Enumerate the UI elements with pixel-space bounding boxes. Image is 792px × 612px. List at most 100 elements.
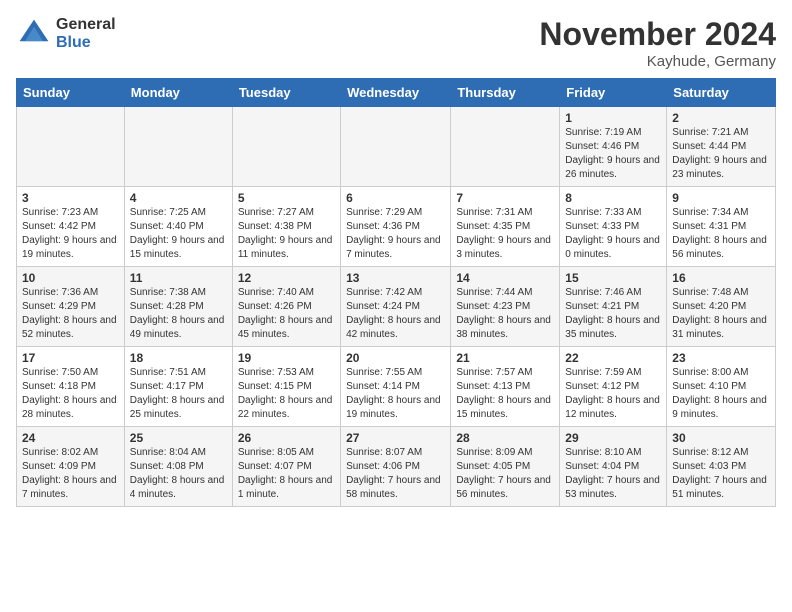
calendar-cell <box>124 107 232 187</box>
weekday-header-sunday: Sunday <box>17 79 125 107</box>
day-info: Sunrise: 8:09 AM Sunset: 4:05 PM Dayligh… <box>456 446 554 502</box>
calendar-week-row: 17Sunrise: 7:50 AM Sunset: 4:18 PM Dayli… <box>17 347 776 427</box>
calendar-cell: 12Sunrise: 7:40 AM Sunset: 4:26 PM Dayli… <box>232 267 340 347</box>
calendar-week-row: 24Sunrise: 8:02 AM Sunset: 4:09 PM Dayli… <box>17 427 776 507</box>
calendar-cell: 11Sunrise: 7:38 AM Sunset: 4:28 PM Dayli… <box>124 267 232 347</box>
day-info: Sunrise: 7:44 AM Sunset: 4:23 PM Dayligh… <box>456 286 554 342</box>
calendar-cell: 7Sunrise: 7:31 AM Sunset: 4:35 PM Daylig… <box>451 187 560 267</box>
day-info: Sunrise: 7:50 AM Sunset: 4:18 PM Dayligh… <box>22 366 119 422</box>
calendar-cell: 30Sunrise: 8:12 AM Sunset: 4:03 PM Dayli… <box>667 427 776 507</box>
calendar-week-row: 1Sunrise: 7:19 AM Sunset: 4:46 PM Daylig… <box>17 107 776 187</box>
calendar-cell: 29Sunrise: 8:10 AM Sunset: 4:04 PM Dayli… <box>560 427 667 507</box>
day-info: Sunrise: 7:33 AM Sunset: 4:33 PM Dayligh… <box>565 206 661 262</box>
day-info: Sunrise: 7:46 AM Sunset: 4:21 PM Dayligh… <box>565 286 661 342</box>
page-header: General Blue November 2024 Kayhude, Germ… <box>16 16 776 70</box>
day-info: Sunrise: 7:59 AM Sunset: 4:12 PM Dayligh… <box>565 366 661 422</box>
calendar-cell: 17Sunrise: 7:50 AM Sunset: 4:18 PM Dayli… <box>17 347 125 427</box>
calendar-table: SundayMondayTuesdayWednesdayThursdayFrid… <box>16 78 776 507</box>
calendar-cell: 8Sunrise: 7:33 AM Sunset: 4:33 PM Daylig… <box>560 187 667 267</box>
calendar-cell: 1Sunrise: 7:19 AM Sunset: 4:46 PM Daylig… <box>560 107 667 187</box>
day-number: 16 <box>672 271 770 285</box>
calendar-cell: 4Sunrise: 7:25 AM Sunset: 4:40 PM Daylig… <box>124 187 232 267</box>
calendar-cell <box>451 107 560 187</box>
calendar-cell <box>232 107 340 187</box>
calendar-cell: 20Sunrise: 7:55 AM Sunset: 4:14 PM Dayli… <box>341 347 451 427</box>
day-info: Sunrise: 7:40 AM Sunset: 4:26 PM Dayligh… <box>238 286 335 342</box>
calendar-cell: 2Sunrise: 7:21 AM Sunset: 4:44 PM Daylig… <box>667 107 776 187</box>
calendar-cell: 21Sunrise: 7:57 AM Sunset: 4:13 PM Dayli… <box>451 347 560 427</box>
logo: General Blue <box>16 16 116 52</box>
day-info: Sunrise: 7:31 AM Sunset: 4:35 PM Dayligh… <box>456 206 554 262</box>
day-number: 5 <box>238 191 335 205</box>
calendar-cell: 23Sunrise: 8:00 AM Sunset: 4:10 PM Dayli… <box>667 347 776 427</box>
day-number: 3 <box>22 191 119 205</box>
weekday-header-row: SundayMondayTuesdayWednesdayThursdayFrid… <box>17 79 776 107</box>
day-number: 25 <box>130 431 227 445</box>
day-info: Sunrise: 7:29 AM Sunset: 4:36 PM Dayligh… <box>346 206 445 262</box>
calendar-cell: 28Sunrise: 8:09 AM Sunset: 4:05 PM Dayli… <box>451 427 560 507</box>
day-number: 1 <box>565 111 661 125</box>
day-number: 22 <box>565 351 661 365</box>
weekday-header-thursday: Thursday <box>451 79 560 107</box>
calendar-week-row: 10Sunrise: 7:36 AM Sunset: 4:29 PM Dayli… <box>17 267 776 347</box>
month-title: November 2024 <box>539 16 776 53</box>
day-info: Sunrise: 7:57 AM Sunset: 4:13 PM Dayligh… <box>456 366 554 422</box>
day-info: Sunrise: 7:42 AM Sunset: 4:24 PM Dayligh… <box>346 286 445 342</box>
day-info: Sunrise: 7:19 AM Sunset: 4:46 PM Dayligh… <box>565 126 661 182</box>
day-info: Sunrise: 7:36 AM Sunset: 4:29 PM Dayligh… <box>22 286 119 342</box>
calendar-cell <box>17 107 125 187</box>
day-number: 13 <box>346 271 445 285</box>
location-text: Kayhude, Germany <box>539 53 776 70</box>
day-number: 9 <box>672 191 770 205</box>
calendar-cell: 22Sunrise: 7:59 AM Sunset: 4:12 PM Dayli… <box>560 347 667 427</box>
weekday-header-saturday: Saturday <box>667 79 776 107</box>
day-number: 4 <box>130 191 227 205</box>
day-number: 23 <box>672 351 770 365</box>
day-info: Sunrise: 7:48 AM Sunset: 4:20 PM Dayligh… <box>672 286 770 342</box>
day-number: 10 <box>22 271 119 285</box>
calendar-cell: 15Sunrise: 7:46 AM Sunset: 4:21 PM Dayli… <box>560 267 667 347</box>
calendar-cell: 19Sunrise: 7:53 AM Sunset: 4:15 PM Dayli… <box>232 347 340 427</box>
day-number: 17 <box>22 351 119 365</box>
day-info: Sunrise: 7:53 AM Sunset: 4:15 PM Dayligh… <box>238 366 335 422</box>
title-block: November 2024 Kayhude, Germany <box>539 16 776 70</box>
calendar-cell: 5Sunrise: 7:27 AM Sunset: 4:38 PM Daylig… <box>232 187 340 267</box>
day-number: 30 <box>672 431 770 445</box>
day-info: Sunrise: 7:55 AM Sunset: 4:14 PM Dayligh… <box>346 366 445 422</box>
weekday-header-wednesday: Wednesday <box>341 79 451 107</box>
day-info: Sunrise: 8:12 AM Sunset: 4:03 PM Dayligh… <box>672 446 770 502</box>
day-number: 29 <box>565 431 661 445</box>
day-number: 7 <box>456 191 554 205</box>
day-number: 14 <box>456 271 554 285</box>
calendar-cell: 3Sunrise: 7:23 AM Sunset: 4:42 PM Daylig… <box>17 187 125 267</box>
day-number: 8 <box>565 191 661 205</box>
calendar-cell: 14Sunrise: 7:44 AM Sunset: 4:23 PM Dayli… <box>451 267 560 347</box>
day-number: 27 <box>346 431 445 445</box>
day-info: Sunrise: 8:02 AM Sunset: 4:09 PM Dayligh… <box>22 446 119 502</box>
day-info: Sunrise: 7:27 AM Sunset: 4:38 PM Dayligh… <box>238 206 335 262</box>
day-number: 18 <box>130 351 227 365</box>
day-info: Sunrise: 7:51 AM Sunset: 4:17 PM Dayligh… <box>130 366 227 422</box>
weekday-header-monday: Monday <box>124 79 232 107</box>
calendar-cell: 18Sunrise: 7:51 AM Sunset: 4:17 PM Dayli… <box>124 347 232 427</box>
day-number: 12 <box>238 271 335 285</box>
calendar-cell <box>341 107 451 187</box>
day-info: Sunrise: 7:25 AM Sunset: 4:40 PM Dayligh… <box>130 206 227 262</box>
day-info: Sunrise: 8:07 AM Sunset: 4:06 PM Dayligh… <box>346 446 445 502</box>
logo-icon <box>16 16 52 52</box>
day-number: 19 <box>238 351 335 365</box>
day-number: 2 <box>672 111 770 125</box>
day-info: Sunrise: 8:10 AM Sunset: 4:04 PM Dayligh… <box>565 446 661 502</box>
day-info: Sunrise: 8:04 AM Sunset: 4:08 PM Dayligh… <box>130 446 227 502</box>
day-info: Sunrise: 7:38 AM Sunset: 4:28 PM Dayligh… <box>130 286 227 342</box>
calendar-cell: 24Sunrise: 8:02 AM Sunset: 4:09 PM Dayli… <box>17 427 125 507</box>
logo-general-text: General <box>56 16 116 34</box>
calendar-cell: 26Sunrise: 8:05 AM Sunset: 4:07 PM Dayli… <box>232 427 340 507</box>
calendar-week-row: 3Sunrise: 7:23 AM Sunset: 4:42 PM Daylig… <box>17 187 776 267</box>
weekday-header-friday: Friday <box>560 79 667 107</box>
logo-blue-text: Blue <box>56 34 116 52</box>
day-number: 21 <box>456 351 554 365</box>
day-number: 15 <box>565 271 661 285</box>
calendar-cell: 25Sunrise: 8:04 AM Sunset: 4:08 PM Dayli… <box>124 427 232 507</box>
calendar-cell: 27Sunrise: 8:07 AM Sunset: 4:06 PM Dayli… <box>341 427 451 507</box>
